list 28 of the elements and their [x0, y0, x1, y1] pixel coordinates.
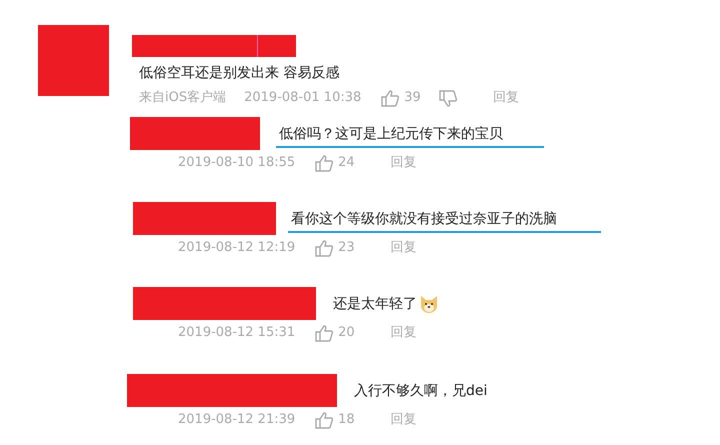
redacted-avatar — [38, 25, 109, 96]
thumbs-up-icon[interactable] — [315, 240, 334, 256]
thumbs-up-icon[interactable] — [315, 154, 334, 172]
reply-link[interactable]: 回复 — [492, 89, 519, 107]
reply-link[interactable]: 回复 — [390, 239, 417, 257]
thumbs-up-icon[interactable] — [315, 412, 334, 428]
thumbs-up-icon[interactable] — [381, 90, 400, 106]
reply-text: 还是太年轻了 — [333, 294, 417, 314]
like-count: 23 — [338, 239, 355, 257]
reply-link[interactable]: 回复 — [390, 411, 417, 429]
like-count: 39 — [404, 89, 421, 107]
reply-text: 低俗吗？这可是上纪元传下来的宝贝 — [279, 124, 503, 144]
reply-text: 入行不够久啊，兄dei — [354, 382, 488, 400]
reply-link[interactable]: 回复 — [390, 324, 417, 342]
thumbs-down-icon[interactable] — [438, 90, 457, 106]
reply-time: 2019-08-12 12:19 — [178, 239, 296, 257]
comment-source: 来自iOS客户端 — [139, 89, 226, 107]
comment-text: 低俗空耳还是别发出来 容易反感 — [139, 64, 340, 83]
reply-time: 2019-08-10 18:55 — [178, 154, 296, 172]
like-count: 24 — [338, 154, 355, 172]
thumbs-up-icon[interactable] — [315, 324, 334, 342]
reply-text: 看你这个等级你就没有接受过奈亚子的洗脑 — [291, 210, 557, 228]
like-count: 18 — [338, 411, 355, 429]
reply-time: 2019-08-12 15:31 — [178, 324, 296, 342]
like-count: 20 — [338, 324, 355, 342]
comment-time: 2019-08-01 10:38 — [244, 89, 362, 107]
reply-link[interactable]: 回复 — [390, 154, 417, 172]
reply-time: 2019-08-12 21:39 — [178, 411, 296, 429]
